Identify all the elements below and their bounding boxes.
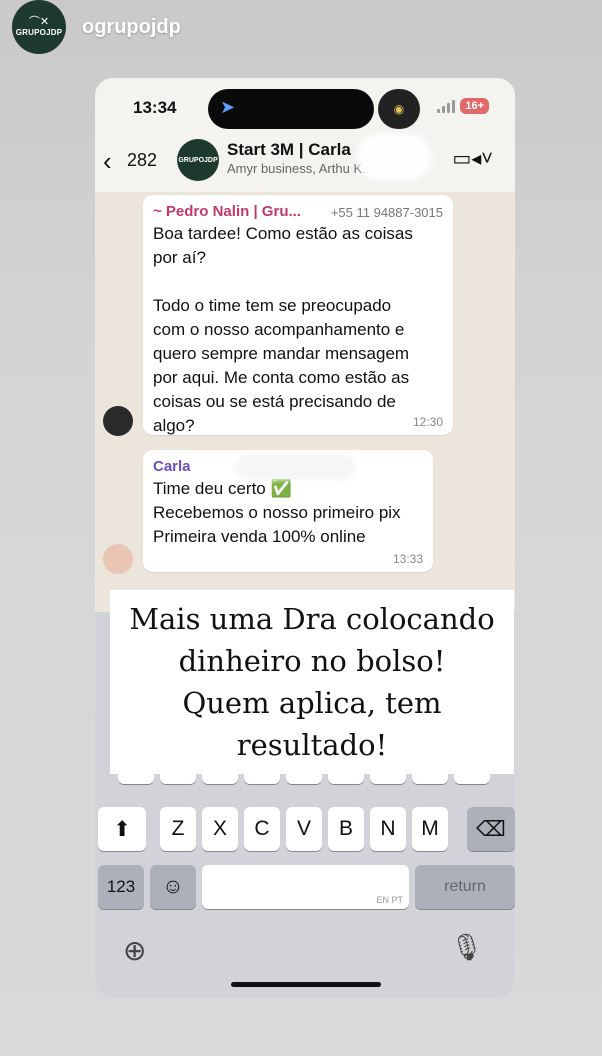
status-bar: 13:34 ➤ ◉ 16+ [95,78,515,136]
chat-title[interactable]: Start 3M | Carla [227,140,351,160]
camera-thumb-icon: ◉ [378,89,420,129]
sender-avatar[interactable] [103,406,133,436]
sender-phone: +55 11 94887-3015 [330,205,443,220]
return-key[interactable]: return [415,865,515,909]
delete-key[interactable]: ⌫ [467,807,515,851]
sender-avatar[interactable] [103,544,133,574]
microphone-icon[interactable]: 🎙 [450,932,483,963]
message-bubble[interactable]: Carla Time deu certo ✅ Recebemos o nosso… [143,450,433,572]
group-avatar-text: GRUPOJDP [178,156,218,164]
key-v[interactable]: V [286,807,322,851]
backspace-icon: ⌫ [476,817,506,841]
story-username[interactable]: ogrupojdp [82,16,181,39]
dynamic-island: ➤ ◉ [208,89,420,129]
key-n[interactable]: N [370,807,406,851]
message-text: Time deu certo ✅ Recebemos o nosso prime… [153,479,401,546]
message-time: 13:33 [392,552,423,566]
key-m[interactable]: M [412,807,448,851]
video-call-icon[interactable]: ▭◂˅ [452,146,493,171]
chat-area: ~ Pedro Nalin | Gru... +55 11 94887-3015… [95,192,515,612]
story-caption: Mais uma Dra colocando dinheiro no bolso… [110,590,514,774]
back-chevron-icon[interactable]: ‹ [103,146,112,177]
redaction-blob [235,454,355,480]
message-bubble[interactable]: ~ Pedro Nalin | Gru... +55 11 94887-3015… [143,195,453,435]
caption-line: Quem aplica, tem [182,686,442,720]
caption-line: resultado! [236,728,388,762]
logo-icon: ⌒✕ [28,16,50,28]
globe-icon[interactable]: ⊕ [123,934,146,967]
emoji-key[interactable]: ☺ [150,865,196,909]
shift-key[interactable]: ⬆ [98,807,146,851]
key-b[interactable]: B [328,807,364,851]
chat-header: ‹ 282 GRUPOJDP Start 3M | Carla Amyr bus… [95,134,515,192]
story-avatar-text: GRUPOJDP [15,28,63,37]
home-indicator[interactable] [231,982,381,987]
back-count[interactable]: 282 [127,150,157,171]
story-avatar[interactable]: ⌒✕ GRUPOJDP [12,0,66,54]
shift-icon: ⬆ [113,817,131,841]
space-key[interactable]: EN PT [202,865,409,909]
story-header: ⌒✕ GRUPOJDP ogrupojdp [12,0,181,54]
key-z[interactable]: Z [160,807,196,851]
caption-line: dinheiro no bolso! [178,644,446,678]
group-avatar[interactable]: GRUPOJDP [177,139,219,181]
status-time: 13:34 [133,98,177,117]
chat-subtitle: Amyr business, Arthu K... [227,161,373,176]
keyboard-lang-label: EN PT [376,895,403,905]
key-c[interactable]: C [244,807,280,851]
numbers-key[interactable]: 123 [98,865,144,909]
key-x[interactable]: X [202,807,238,851]
message-time: 12:30 [412,415,443,429]
phone-screenshot: 13:34 ➤ ◉ 16+ ‹ 282 GRUPOJDP Start 3M | … [95,78,515,998]
navigation-arrow-icon: ➤ [220,97,236,117]
message-text: Boa tardee! Como estão as coisas por aí?… [153,224,413,435]
emoji-icon: ☺ [162,875,184,898]
age-badge: 16+ [460,98,489,114]
caption-line: Mais uma Dra colocando [129,602,495,636]
redaction-blob [357,134,431,180]
signal-icon [437,100,455,113]
